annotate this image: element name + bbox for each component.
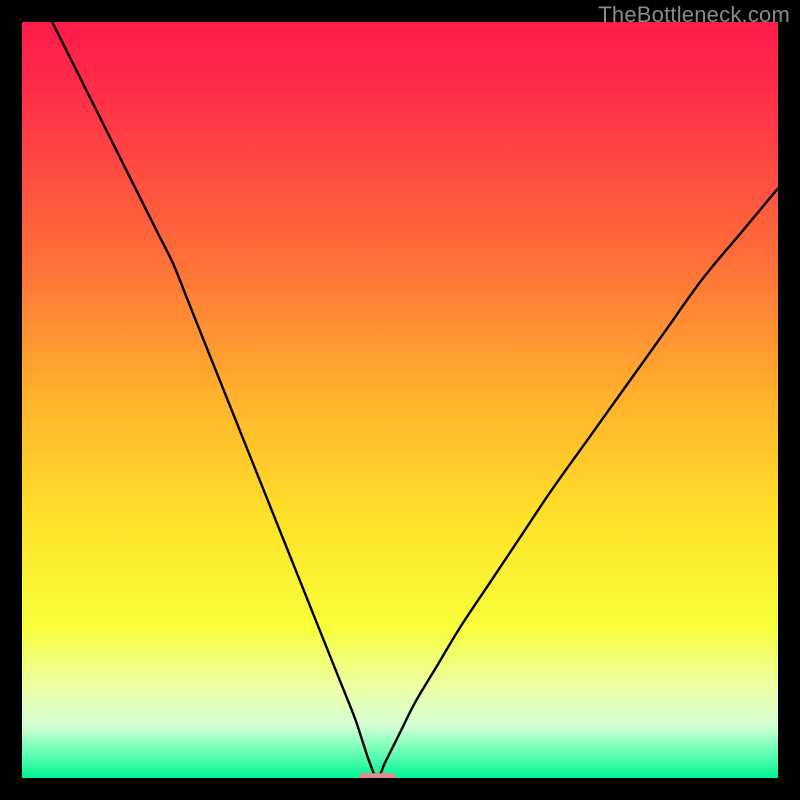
minimum-marker bbox=[358, 773, 396, 778]
plot-area bbox=[22, 22, 778, 778]
gradient-background bbox=[22, 22, 778, 778]
chart-frame: TheBottleneck.com bbox=[0, 0, 800, 800]
watermark-text: TheBottleneck.com bbox=[598, 2, 790, 28]
plot-svg bbox=[22, 22, 778, 778]
